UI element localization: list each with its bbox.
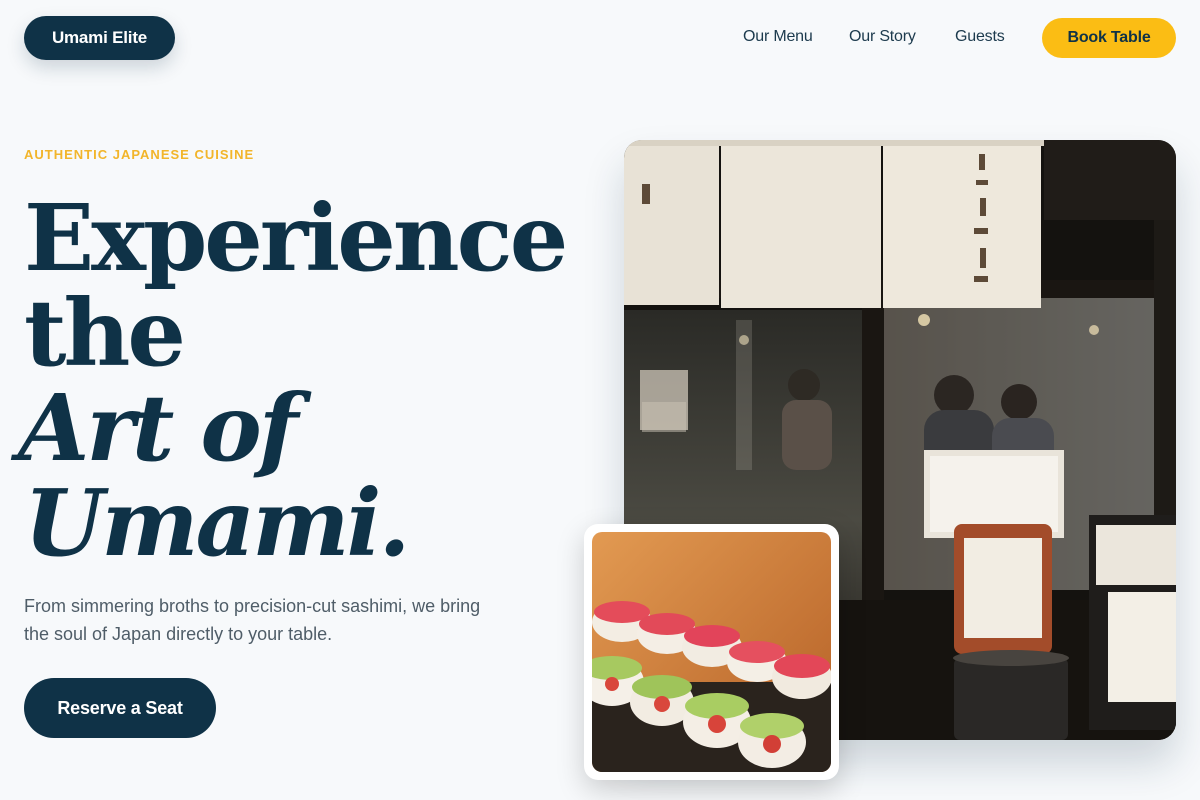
nav-our-story[interactable]: Our Story xyxy=(849,28,916,46)
hero-title-line-4: Umami. xyxy=(24,469,411,577)
brand-logo-button[interactable]: Umami Elite xyxy=(24,16,175,60)
reserve-seat-button[interactable]: Reserve a Seat xyxy=(24,678,216,738)
sushi-rolls-image xyxy=(592,532,831,772)
hero-eyebrow: AUTHENTIC JAPANESE CUISINE xyxy=(24,147,255,162)
hero-title-line-2: the xyxy=(24,279,186,387)
nav-guests[interactable]: Guests xyxy=(955,28,1005,46)
hero-title-line-3: Art of xyxy=(18,374,298,482)
nav-our-menu[interactable]: Our Menu xyxy=(743,28,813,46)
sushi-photo-card xyxy=(584,524,839,780)
hero-title-line-1: Experience xyxy=(24,184,568,292)
book-table-button[interactable]: Book Table xyxy=(1042,18,1176,58)
hero-description: From simmering broths to precision-cut s… xyxy=(24,596,481,644)
